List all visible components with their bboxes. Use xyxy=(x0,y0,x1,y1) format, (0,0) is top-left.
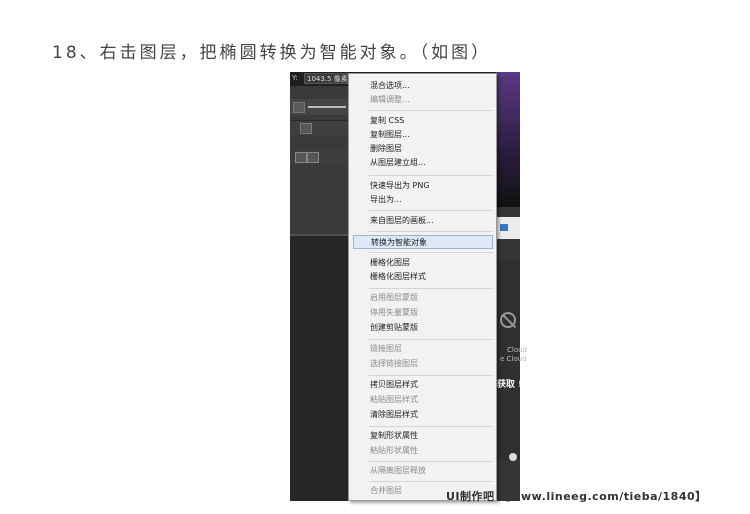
ps-align-icon[interactable] xyxy=(300,123,312,134)
ps-options-row xyxy=(290,99,348,115)
ps-left-panel xyxy=(290,72,348,501)
menu-item-paste-shape-attributes[interactable]: 粘贴形状属性 xyxy=(353,444,493,458)
menu-item-copy-layer-style[interactable]: 拷贝图层样式 xyxy=(353,378,493,392)
menu-separator xyxy=(369,231,493,232)
menu-item-blending-options[interactable]: 混合选项... xyxy=(353,79,493,93)
menu-item-delete-layer[interactable]: 删除图层 xyxy=(353,142,493,156)
menu-item-select-linked-layers[interactable]: 选择链接图层 xyxy=(353,357,493,371)
menu-separator xyxy=(369,481,493,482)
ps-path-op-icon[interactable] xyxy=(295,152,307,163)
layer-context-menu: 混合选项... 编辑调整... 复制 CSS 复制图层... 删除图层 从图层建… xyxy=(348,73,497,501)
menu-item-artboard-from-layers[interactable]: 来自图层的画板... xyxy=(353,214,493,228)
ps-y-value-field[interactable]: 1043.5 像素 xyxy=(304,73,348,84)
menu-item-disable-vector-mask[interactable]: 停用矢量蒙版 xyxy=(353,306,493,320)
menu-separator xyxy=(369,461,493,462)
ps-canvas-area xyxy=(290,236,348,501)
ps-canvas-preview xyxy=(496,72,520,207)
menu-item-link-layers[interactable]: 链接图层 xyxy=(353,342,493,356)
menu-item-rasterize-layer-style[interactable]: 栅格化图层样式 xyxy=(353,270,493,284)
menu-item-duplicate-layer[interactable]: 复制图层... xyxy=(353,128,493,142)
menu-separator xyxy=(369,252,493,253)
menu-separator xyxy=(369,110,493,111)
menu-item-copy-css[interactable]: 复制 CSS xyxy=(353,114,493,128)
menu-item-enable-layer-mask[interactable]: 启用图层蒙版 xyxy=(353,291,493,305)
ps-path-arrange-icon[interactable] xyxy=(307,152,319,163)
menu-separator xyxy=(369,210,493,211)
menu-separator xyxy=(369,288,493,289)
menu-item-edit-adjustment[interactable]: 编辑调整... xyxy=(353,93,493,107)
ps-dropdown-button[interactable] xyxy=(293,102,305,113)
menu-separator xyxy=(369,339,493,340)
menu-item-quick-export-png[interactable]: 快速导出为 PNG xyxy=(353,179,493,193)
ps-panel-tab[interactable] xyxy=(496,217,520,239)
menu-separator xyxy=(369,426,493,427)
get-link[interactable]: 获取 ! xyxy=(497,377,522,390)
gear-icon[interactable] xyxy=(509,453,517,461)
menu-item-export-as[interactable]: 导出为... xyxy=(353,193,493,207)
watermark: UI制作吧 【www.lineeg.com/tieba/1840】 xyxy=(446,490,707,503)
ps-align-row xyxy=(290,120,348,135)
menu-item-rasterize-layer[interactable]: 栅格化图层 xyxy=(353,256,493,270)
ps-right-panel xyxy=(496,72,520,501)
cloud-disconnected-icon xyxy=(500,312,516,328)
menu-item-clear-layer-style[interactable]: 清除图层样式 xyxy=(353,408,493,422)
menu-item-create-clipping-mask[interactable]: 创建剪贴蒙版 xyxy=(353,321,493,335)
menu-separator xyxy=(369,375,493,376)
menu-item-copy-shape-attributes[interactable]: 复制形状属性 xyxy=(353,429,493,443)
ps-y-label: Y: xyxy=(292,74,298,82)
cloud-text-line2: e Cloud xyxy=(500,355,527,363)
step-title: 18、右击图层，把椭圆转换为智能对象。（如图） xyxy=(52,43,492,63)
cloud-text-line1: Cloud xyxy=(507,346,527,354)
ps-panel-icon xyxy=(500,224,508,231)
menu-item-convert-to-smart-object[interactable]: 转换为智能对象 xyxy=(353,235,493,249)
ps-path-row xyxy=(290,150,348,164)
menu-separator xyxy=(369,175,493,176)
menu-item-release-from-isolation[interactable]: 从隔离图层释放 xyxy=(353,464,493,478)
menu-item-paste-layer-style[interactable]: 粘贴图层样式 xyxy=(353,393,493,407)
menu-item-group-from-layers[interactable]: 从图层建立组... xyxy=(353,156,493,170)
ps-stroke-slider[interactable] xyxy=(308,106,346,108)
